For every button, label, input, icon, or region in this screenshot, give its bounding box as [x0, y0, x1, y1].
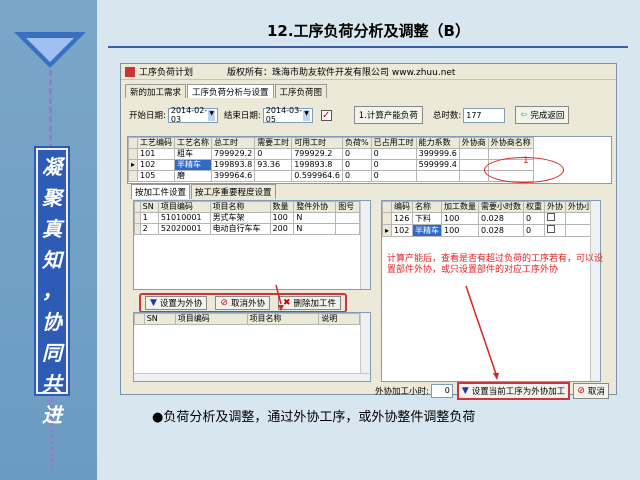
- slogan-char: 共: [42, 372, 62, 396]
- arrow-line-to-actionbar: [275, 284, 282, 305]
- annotation-arrows: [275, 284, 499, 380]
- slogan-char: 真: [42, 217, 62, 241]
- slogan-char: 协: [42, 310, 62, 334]
- slogan-char: 同: [42, 341, 62, 365]
- slogan-char: 聚: [42, 186, 62, 210]
- slogan-char: ，: [42, 279, 62, 303]
- app-window: 工序负荷计划 版权所有：珠海市助友软件开发有限公司 www.zhuu.net 新…: [120, 63, 617, 400]
- bullet-text: ●负荷分析及调整，通过外协工序，或外协整件调整负荷: [152, 410, 476, 425]
- slogan-char: 凝: [42, 155, 62, 179]
- dotted-line-decor: [50, 398, 53, 468]
- arrow-head-icon: [493, 373, 499, 380]
- dashed-line-decor: [49, 70, 52, 150]
- arrow-head-icon: [278, 305, 284, 311]
- slide-title: 12.工序负荷分析及调整（B）: [266, 22, 470, 40]
- title-divider: [108, 46, 628, 48]
- slogan-text: 凝聚真知，协同共进: [38, 152, 66, 431]
- triangle-decor-inner: [26, 38, 74, 62]
- slogan-char: 知: [42, 248, 62, 272]
- arrow-line-to-bottom: [465, 285, 497, 375]
